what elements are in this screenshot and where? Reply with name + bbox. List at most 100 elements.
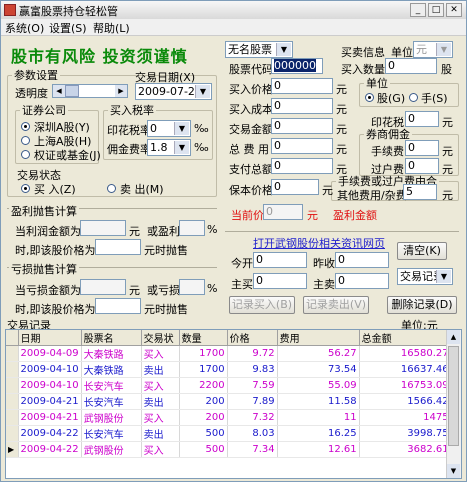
- stock-select[interactable]: 无名股票 ▼: [225, 41, 293, 58]
- record-sell-button[interactable]: 记录卖出(V): [303, 296, 369, 314]
- state-option-buy[interactable]: 买 入(Z): [34, 181, 76, 197]
- col-state[interactable]: 交易状: [141, 330, 180, 346]
- table-cell[interactable]: 卖出: [141, 361, 180, 378]
- table-cell[interactable]: 500: [179, 425, 228, 442]
- table-cell[interactable]: 16.25: [277, 425, 360, 442]
- prev-close-input[interactable]: 0: [335, 252, 389, 268]
- active-buy-input[interactable]: 0: [253, 273, 307, 289]
- table-cell[interactable]: 3998.75: [359, 425, 452, 442]
- breakeven-input[interactable]: 0: [271, 179, 319, 195]
- row-indicator[interactable]: [6, 425, 19, 442]
- records-table[interactable]: 日期 股票名 交易状 数量 价格 费用 总金额 2009-04-09 大秦铁路 买入…: [5, 329, 462, 479]
- col-stock[interactable]: 股票名: [81, 330, 142, 346]
- table-row[interactable]: 2009-04-10 大秦铁路 卖出 1700 9.83 73.54 16637.46: [6, 361, 452, 378]
- table-cell[interactable]: 买入: [141, 409, 180, 426]
- table-scrollbar[interactable]: ▲ ▼: [446, 330, 461, 478]
- table-cell[interactable]: 3682.61: [359, 441, 452, 458]
- loss-pct-input[interactable]: [179, 279, 205, 295]
- loss-price-input[interactable]: [95, 298, 141, 314]
- table-cell[interactable]: 7.59: [227, 377, 278, 394]
- date-picker[interactable]: 2009-07-29 ▼: [135, 83, 212, 100]
- col-date[interactable]: 日期: [18, 330, 82, 346]
- fee-input[interactable]: 0: [405, 140, 439, 156]
- menu-system[interactable]: 系统(O): [5, 20, 44, 36]
- table-cell[interactable]: 12.61: [277, 441, 360, 458]
- transparency-scrollbar[interactable]: ◀ ▶: [52, 84, 128, 98]
- col-total[interactable]: 总金额: [359, 330, 452, 346]
- table-row[interactable]: 2009-04-10 长安汽车 买入 2200 7.59 55.09 16753.09: [6, 377, 452, 394]
- table-cell[interactable]: 1475: [359, 409, 452, 426]
- table-cell[interactable]: 16637.46: [359, 361, 452, 378]
- col-fee[interactable]: 费用: [277, 330, 360, 346]
- table-cell[interactable]: 9.72: [227, 345, 278, 362]
- table-cell[interactable]: 55.09: [277, 377, 360, 394]
- clear-button[interactable]: 清空(K): [397, 242, 447, 260]
- table-cell[interactable]: 2009-04-22: [18, 441, 82, 458]
- table-cell[interactable]: 9.83: [227, 361, 278, 378]
- table-row[interactable]: 2009-04-21 武钢股份 买入 200 7.32 11 1475: [6, 409, 452, 426]
- table-cell[interactable]: 买入: [141, 441, 180, 458]
- row-indicator[interactable]: [6, 393, 19, 410]
- menu-settings[interactable]: 设置(S): [49, 20, 87, 36]
- table-cell[interactable]: 长安汽车: [81, 393, 142, 410]
- active-sell-input[interactable]: 0: [335, 273, 389, 289]
- stamp-rate-select[interactable]: 0 ▼: [147, 120, 191, 137]
- scroll-down-icon[interactable]: ▼: [447, 464, 460, 478]
- table-cell[interactable]: 11.58: [277, 393, 360, 410]
- open-price-input[interactable]: 0: [253, 252, 307, 268]
- table-cell[interactable]: 2009-04-10: [18, 377, 82, 394]
- buy-qty-input[interactable]: 0: [385, 58, 437, 74]
- table-cell[interactable]: 卖出: [141, 393, 180, 410]
- table-cell[interactable]: 长安汽车: [81, 425, 142, 442]
- buy-price-input[interactable]: 0: [271, 78, 333, 94]
- unit-option-share[interactable]: 股(G): [377, 90, 405, 106]
- table-cell[interactable]: 1700: [179, 361, 228, 378]
- table-row[interactable]: 2009-04-09 大秦铁路 买入 1700 9.72 56.27 16580.27: [6, 345, 452, 362]
- state-radio-buy[interactable]: [21, 184, 30, 193]
- table-cell[interactable]: 2009-04-21: [18, 393, 82, 410]
- company-radio-sz[interactable]: [21, 122, 30, 131]
- table-cell[interactable]: 500: [179, 441, 228, 458]
- transfer-fee-input[interactable]: 0: [405, 158, 439, 174]
- table-cell[interactable]: 11: [277, 409, 360, 426]
- table-cell[interactable]: 1700: [179, 345, 228, 362]
- table-cell[interactable]: 买入: [141, 377, 180, 394]
- loss-amount-input[interactable]: [80, 279, 126, 295]
- table-cell[interactable]: 大秦铁路: [81, 361, 142, 378]
- record-buy-button[interactable]: 记录买入(B): [229, 296, 295, 314]
- company-option-fund[interactable]: 权证或基金(J): [34, 147, 101, 163]
- unit-select[interactable]: 元 ▼: [413, 41, 453, 58]
- buy-cost-input[interactable]: 0: [271, 98, 333, 114]
- table-cell[interactable]: 大秦铁路: [81, 345, 142, 362]
- row-indicator[interactable]: [6, 361, 19, 378]
- table-cell[interactable]: 200: [179, 409, 228, 426]
- table-cell[interactable]: 7.34: [227, 441, 278, 458]
- row-indicator[interactable]: [6, 345, 19, 362]
- table-row[interactable]: ▶ 2009-04-22 武钢股份 买入 500 7.34 12.61 3682.61: [6, 441, 452, 458]
- table-scroll-thumb[interactable]: [448, 346, 459, 446]
- table-cell[interactable]: 买入: [141, 345, 180, 362]
- table-cell[interactable]: 7.89: [227, 393, 278, 410]
- col-price[interactable]: 价格: [227, 330, 278, 346]
- unit-option-lot[interactable]: 手(S): [421, 90, 448, 106]
- delete-record-button[interactable]: 删除记录(D): [387, 296, 457, 314]
- scroll-left-icon[interactable]: ◀: [53, 85, 65, 97]
- table-cell[interactable]: 16580.27: [359, 345, 452, 362]
- table-cell[interactable]: 2200: [179, 377, 228, 394]
- current-price-input[interactable]: 0: [263, 204, 303, 220]
- profit-price-input[interactable]: [95, 239, 141, 255]
- table-cell[interactable]: 2009-04-22: [18, 425, 82, 442]
- table-cell[interactable]: 7.32: [227, 409, 278, 426]
- table-row[interactable]: 2009-04-21 长安汽车 卖出 200 7.89 11.58 1566.42: [6, 393, 452, 410]
- table-cell[interactable]: 8.03: [227, 425, 278, 442]
- stock-info-link[interactable]: 打开武钢股份相关资讯网页: [253, 235, 385, 251]
- other-fee-input[interactable]: 5: [403, 184, 437, 200]
- company-radio-sh[interactable]: [21, 136, 30, 145]
- table-cell[interactable]: 2009-04-09: [18, 345, 82, 362]
- table-cell[interactable]: 2009-04-21: [18, 409, 82, 426]
- row-indicator[interactable]: [6, 409, 19, 426]
- stock-code-input[interactable]: 000000: [271, 58, 323, 74]
- scroll-up-icon[interactable]: ▲: [447, 330, 460, 344]
- total-fee-input[interactable]: 0: [271, 138, 333, 154]
- table-cell[interactable]: 73.54: [277, 361, 360, 378]
